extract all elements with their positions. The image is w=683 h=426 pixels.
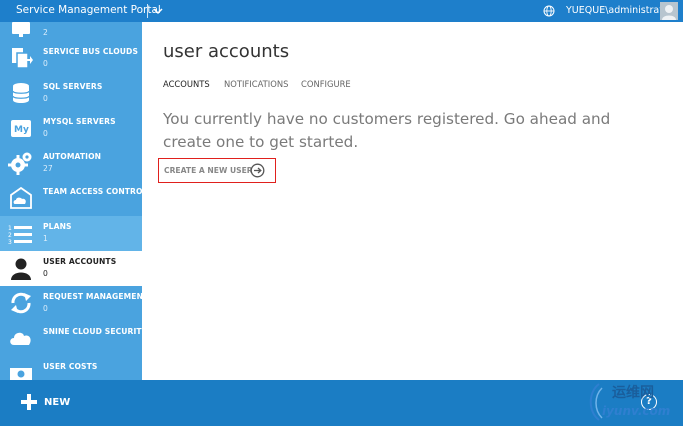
sidebar-item-count: 0 <box>43 94 48 103</box>
sidebar-item-label: SNINE CLOUD SECURITY <box>43 327 142 336</box>
sidebar-item-team-access-control[interactable]: TEAM ACCESS CONTROL <box>0 181 142 216</box>
top-bar: Service Management Portal YUEQUE\adminis… <box>0 0 683 22</box>
sidebar-item-request-management[interactable]: REQUEST MANAGEMENT 0 <box>0 286 142 321</box>
create-new-user-link[interactable]: CREATE A NEW USER <box>164 166 253 175</box>
sidebar-item-user-costs[interactable]: USER COSTS <box>0 356 142 380</box>
new-button[interactable]: NEW <box>44 397 70 408</box>
tab-accounts[interactable]: ACCOUNTS <box>163 79 210 89</box>
main-content: user accounts ACCOUNTS NOTIFICATIONS CON… <box>142 22 683 380</box>
sidebar-item-snine-cloud-security[interactable]: SNINE CLOUD SECURITY <box>0 321 142 356</box>
portal-window: Service Management Portal YUEQUE\adminis… <box>0 0 683 426</box>
sidebar-item-service-bus-clouds[interactable]: SERVICE BUS CLOUDS 0 <box>0 41 142 76</box>
svg-text:2: 2 <box>8 232 12 239</box>
mysql-icon: My <box>11 120 31 137</box>
empty-state-message: You currently have no customers register… <box>163 110 611 151</box>
user-icon <box>11 258 31 280</box>
sidebar-item-user-accounts[interactable]: USER ACCOUNTS 0 <box>0 251 142 286</box>
sidebar-item-count: 2 <box>43 28 48 37</box>
watermark-cn: 运维网 <box>612 385 654 401</box>
sidebar-item-label: AUTOMATION <box>43 152 102 161</box>
cloud-house-icon <box>10 186 32 209</box>
sidebar-item-count: 27 <box>43 164 53 173</box>
svg-text:My: My <box>14 125 29 135</box>
sidebar-item-mysql-servers[interactable]: My MYSQL SERVERS 0 <box>0 111 142 146</box>
page-title: user accounts <box>163 41 290 62</box>
database-icon <box>12 83 30 103</box>
user-silhouette-icon <box>662 5 676 20</box>
chevron-down-icon[interactable] <box>152 5 164 17</box>
watermark: 运维网 iyunv.com <box>582 378 682 426</box>
globe-icon[interactable] <box>543 5 555 17</box>
sidebar-item-count: 0 <box>43 269 48 278</box>
sidebar-item-label: REQUEST MANAGEMENT <box>43 292 142 301</box>
plus-icon[interactable] <box>20 393 38 411</box>
sidebar-item-label: SERVICE BUS CLOUDS <box>43 47 139 56</box>
portal-title[interactable]: Service Management Portal <box>16 4 161 16</box>
gears-icon <box>8 152 32 175</box>
sidebar-item-label: TEAM ACCESS CONTROL <box>43 187 142 196</box>
sidebar-item-count: 0 <box>43 304 48 313</box>
watermark-en: iyunv.com <box>602 404 671 418</box>
sidebar-item-count: 1 <box>43 234 48 243</box>
sidebar-item-count: 0 <box>43 59 48 68</box>
avatar[interactable] <box>660 2 678 20</box>
sidebar-item-label: PLANS <box>43 222 72 231</box>
sidebar-item-automation[interactable]: AUTOMATION 27 <box>0 146 142 181</box>
svg-text:3: 3 <box>8 239 12 246</box>
tab-notifications[interactable]: NOTIFICATIONS <box>224 79 288 89</box>
sidebar-item-label: USER ACCOUNTS <box>43 257 117 266</box>
sidebar-item-sql-servers[interactable]: SQL SERVERS 0 <box>0 76 142 111</box>
money-icon <box>10 368 32 380</box>
sidebar-item-label: SQL SERVERS <box>43 82 103 91</box>
cloud-icon <box>10 332 31 345</box>
svg-text:1: 1 <box>8 225 12 232</box>
sidebar: 2 SERVICE BUS CLOUDS 0 SQL SERVERS 0 My … <box>0 22 142 380</box>
list-icon: 1 2 3 <box>8 225 32 246</box>
bottom-command-bar: NEW ? <box>0 380 683 426</box>
sidebar-item-label: MYSQL SERVERS <box>43 117 116 126</box>
refresh-icon <box>11 292 31 314</box>
arrow-right-circle-icon[interactable] <box>250 163 265 178</box>
user-name[interactable]: YUEQUE\administrator <box>566 5 673 16</box>
tab-configure[interactable]: CONFIGURE <box>301 79 351 89</box>
create-user-highlight: CREATE A NEW USER <box>158 158 276 183</box>
sidebar-item-label: USER COSTS <box>43 362 98 371</box>
service-bus-icon <box>12 48 33 69</box>
top-divider <box>147 4 148 18</box>
sidebar-item-count: 0 <box>43 129 48 138</box>
sidebar-item-plans[interactable]: 1 2 3 PLANS 1 <box>0 216 142 251</box>
monitor-icon <box>12 22 30 37</box>
